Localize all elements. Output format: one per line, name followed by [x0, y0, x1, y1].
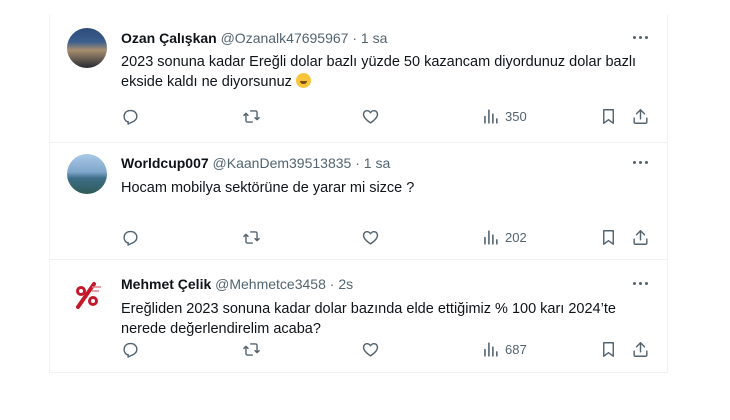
- views-count: 350: [505, 108, 527, 124]
- retweet-button[interactable]: [242, 339, 261, 359]
- percent-logo-icon: [76, 282, 101, 309]
- dot-separator: ·: [355, 155, 360, 171]
- tweet-actions: 350: [121, 106, 651, 126]
- reply-icon: [123, 230, 138, 246]
- bookmark-button[interactable]: [599, 339, 618, 359]
- reply-button[interactable]: [121, 106, 140, 126]
- like-icon: [362, 109, 379, 124]
- display-name[interactable]: Ozan Çalışkan: [121, 30, 217, 46]
- retweet-icon: [243, 342, 260, 356]
- tweet[interactable]: Worldcup007 @KaanDem39513835 · 1 sa Hoca…: [50, 142, 667, 260]
- tweet-text-content: 2023 sonuna kadar Ereğli dolar bazlı yüz…: [121, 54, 637, 90]
- bookmark-icon: [603, 229, 614, 245]
- views-count: 202: [505, 229, 527, 245]
- views-count: 687: [505, 341, 527, 357]
- tweet-header: Ozan Çalışkan @Ozanalk47695967 · 1 sa: [121, 30, 387, 46]
- avatar[interactable]: [67, 28, 107, 68]
- like-button[interactable]: [361, 339, 380, 359]
- bookmark-icon: [603, 341, 614, 357]
- retweet-icon: [243, 230, 260, 244]
- share-icon: [633, 341, 648, 357]
- retweet-button[interactable]: [242, 227, 261, 247]
- timestamp[interactable]: 2s: [338, 276, 353, 292]
- tweet-header: Mehmet Çelik @Mehmetce3458 · 2s: [121, 276, 353, 292]
- display-name[interactable]: Mehmet Çelik: [121, 276, 211, 292]
- views-button[interactable]: 202: [481, 227, 527, 247]
- tweet[interactable]: Ozan Çalışkan @Ozanalk47695967 · 1 sa 20…: [50, 14, 667, 143]
- retweet-icon: [243, 109, 260, 123]
- share-button[interactable]: [631, 339, 650, 359]
- views-icon: [484, 229, 498, 245]
- share-icon: [633, 108, 648, 124]
- views-icon: [484, 341, 498, 357]
- bookmark-icon: [603, 108, 614, 124]
- tweet[interactable]: Mehmet Çelik @Mehmetce3458 · 2s Ereğlide…: [50, 259, 667, 372]
- bookmark-button[interactable]: [599, 106, 618, 126]
- reply-icon: [123, 342, 138, 358]
- tweet-text: 2023 sonuna kadar Ereğli dolar bazlı yüz…: [121, 52, 651, 92]
- handle[interactable]: @Ozanalk47695967: [221, 30, 349, 46]
- reply-button[interactable]: [121, 227, 140, 247]
- views-button[interactable]: 687: [481, 339, 527, 359]
- handle[interactable]: @Mehmetce3458: [215, 276, 326, 292]
- dot-separator: ·: [329, 276, 335, 292]
- like-icon: [362, 230, 379, 245]
- reply-icon: [123, 109, 138, 125]
- share-icon: [633, 229, 648, 245]
- like-button[interactable]: [361, 106, 380, 126]
- share-button[interactable]: [631, 227, 650, 247]
- reply-button[interactable]: [121, 339, 140, 359]
- tweet-header: Worldcup007 @KaanDem39513835 · 1 sa: [121, 155, 390, 171]
- retweet-button[interactable]: [242, 106, 261, 126]
- timestamp[interactable]: 1 sa: [364, 155, 390, 171]
- sweat-smile-emoji-icon: [295, 73, 311, 88]
- tweet-actions: 202: [121, 227, 651, 247]
- more-icon[interactable]: [633, 282, 649, 286]
- tweet-text: Hocam mobilya sektörüne de yarar mi sizc…: [121, 180, 415, 196]
- share-button[interactable]: [631, 106, 650, 126]
- tweet-actions: 687: [121, 339, 651, 359]
- views-button[interactable]: 350: [481, 106, 527, 126]
- views-icon: [484, 108, 498, 124]
- dot-separator: ·: [352, 30, 358, 46]
- more-icon[interactable]: [633, 36, 649, 40]
- avatar[interactable]: [67, 275, 107, 315]
- handle[interactable]: @KaanDem39513835: [213, 155, 352, 171]
- tweet-text: Ereğliden 2023 sonuna kadar dolar bazınd…: [121, 301, 616, 337]
- like-icon: [362, 342, 379, 357]
- avatar[interactable]: [67, 154, 107, 194]
- like-button[interactable]: [361, 227, 380, 247]
- more-icon[interactable]: [633, 161, 649, 165]
- reply-feed: Ozan Çalışkan @Ozanalk47695967 · 1 sa 20…: [49, 14, 668, 373]
- bookmark-button[interactable]: [599, 227, 618, 247]
- timestamp[interactable]: 1 sa: [361, 30, 387, 46]
- display-name[interactable]: Worldcup007: [121, 155, 209, 171]
